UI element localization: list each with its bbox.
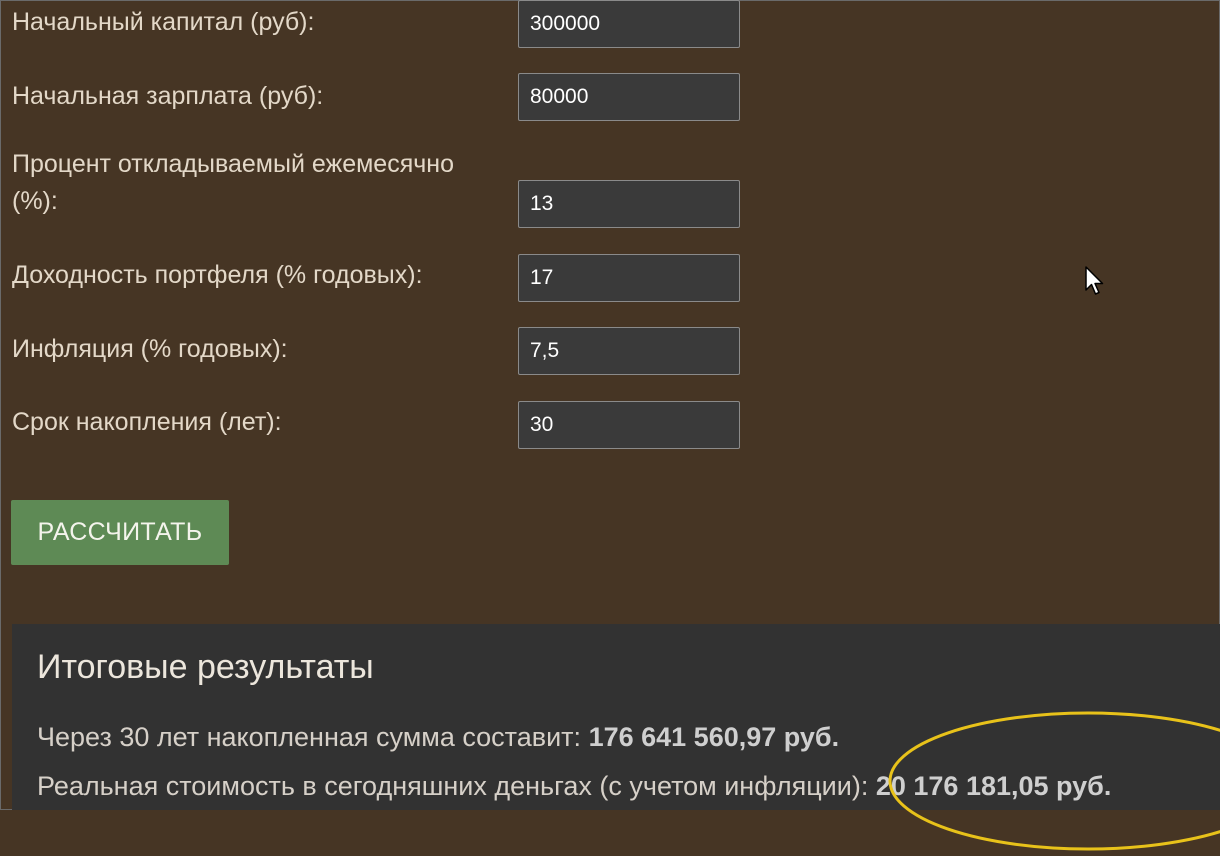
real-value-value: 20 176 181,05 руб. [875, 771, 1112, 801]
monthly-savings-percent-label: Процент откладываемый ежемесячно (%): [12, 146, 454, 220]
accumulated-sum-line: Через 30 лет накопленная сумма составит:… [37, 722, 839, 753]
monthly-savings-percent-label-line2: (%): [12, 187, 58, 215]
portfolio-yield-input[interactable] [518, 254, 740, 302]
monthly-savings-percent-input[interactable] [518, 180, 740, 228]
mouse-pointer-icon [1085, 266, 1104, 295]
real-value-line: Реальная стоимость в сегодняшних деньгах… [37, 771, 1111, 802]
initial-capital-input[interactable] [518, 0, 740, 48]
monthly-savings-percent-label-line1: Процент откладываемый ежемесячно [12, 150, 454, 178]
calculate-button[interactable]: РАССЧИТАТЬ [11, 500, 229, 565]
saving-term-input[interactable] [518, 401, 740, 449]
results-panel: Итоговые результаты Через 30 лет накопле… [12, 624, 1220, 810]
real-value-label: Реальная стоимость в сегодняшних деньгах… [37, 771, 869, 801]
accumulated-sum-value: 176 641 560,97 руб. [588, 722, 840, 752]
initial-salary-input[interactable] [518, 73, 740, 121]
initial-salary-label: Начальная зарплата (руб): [12, 82, 324, 110]
accumulated-sum-label: Через 30 лет накопленная сумма составит: [37, 722, 582, 752]
results-title: Итоговые результаты [37, 648, 374, 686]
initial-capital-label: Начальный капитал (руб): [12, 8, 315, 36]
inflation-label: Инфляция (% годовых): [12, 335, 288, 363]
saving-term-label: Срок накопления (лет): [12, 408, 282, 436]
inflation-input[interactable] [518, 327, 740, 375]
portfolio-yield-label: Доходность портфеля (% годовых): [12, 261, 423, 289]
